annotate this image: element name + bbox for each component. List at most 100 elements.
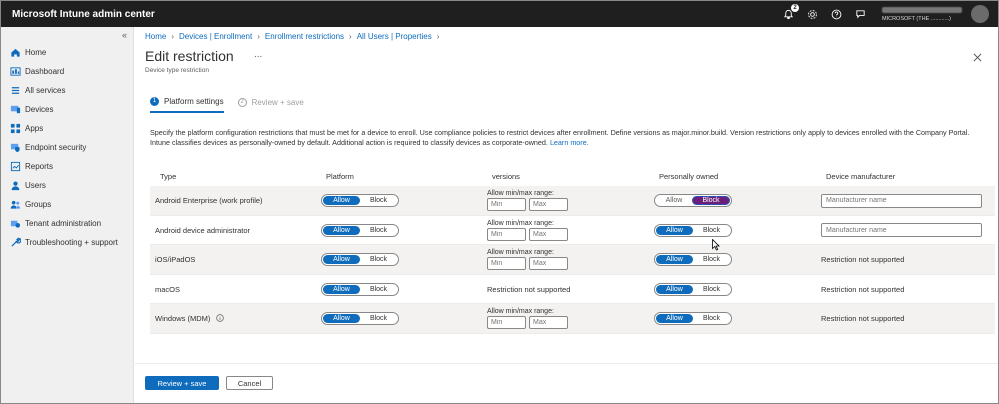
cancel-button[interactable]: Cancel [226, 376, 273, 390]
bell-icon[interactable]: 2 [781, 3, 799, 22]
platform-toggle[interactable]: Allow Block [321, 223, 399, 237]
header-manufacturer: Device manufacturer [826, 172, 896, 181]
sidebar-item-all-services[interactable]: All services [1, 81, 134, 100]
max-version-input[interactable] [529, 316, 568, 330]
step-label: Platform settings [164, 97, 224, 106]
range-inputs [487, 227, 568, 241]
block-option[interactable]: Block [693, 314, 730, 323]
allow-option[interactable]: Allow [656, 314, 693, 324]
version-range: Allow min/max range: [487, 249, 568, 271]
sidebar-item-dashboard[interactable]: Dashboard [1, 62, 134, 81]
max-version-input[interactable] [529, 257, 568, 271]
platform-toggle[interactable]: Allow Block [321, 194, 399, 208]
versions-cell: Allow min/max range: [487, 245, 568, 275]
all-services-icon [10, 85, 21, 96]
platform-type-label: iOS/iPadOS [155, 255, 196, 265]
personally-owned-cell: Allow Block [654, 275, 732, 305]
gear-icon[interactable] [805, 7, 820, 22]
help-icon[interactable] [829, 7, 844, 22]
description: Specify the platform configuration restr… [150, 128, 980, 148]
tab-review-save[interactable]: 2 Review + save [237, 97, 304, 113]
platform-type-label: Android Enterprise (work profile) [155, 196, 263, 206]
sidebar-item-troubleshooting[interactable]: Troubleshooting + support [1, 233, 134, 252]
account-info[interactable]: MICROSOFT (THE ............) [882, 5, 966, 22]
app-title[interactable]: Microsoft Intune admin center [12, 9, 155, 20]
sidebar-item-reports[interactable]: Reports [1, 157, 134, 176]
min-version-input[interactable] [487, 227, 526, 241]
min-version-input[interactable] [487, 198, 526, 212]
range-inputs [487, 198, 568, 212]
personally-owned-toggle[interactable]: Allow Block [654, 194, 732, 208]
version-range: Allow min/max range: [487, 220, 568, 241]
sidebar-item-label: Tenant administration [25, 219, 102, 228]
allow-option[interactable]: Allow [323, 314, 360, 324]
manufacturer-input[interactable] [821, 193, 982, 208]
block-option[interactable]: Block [693, 226, 730, 235]
sidebar-item-apps[interactable]: Apps [1, 119, 134, 138]
allow-option[interactable]: Allow [323, 225, 360, 235]
breadcrumb-enrollment-restrictions[interactable]: Enrollment restrictions [265, 32, 344, 41]
learn-more-link[interactable]: Learn more. [550, 138, 589, 147]
block-option[interactable]: Block [360, 255, 397, 264]
range-label: Allow min/max range: [487, 219, 554, 227]
allow-option[interactable]: Allow [323, 284, 360, 294]
sidebar-item-users[interactable]: Users [1, 176, 134, 195]
allow-option[interactable]: Allow [656, 284, 693, 294]
sidebar-item-groups[interactable]: Groups [1, 195, 134, 214]
top-bar: Microsoft Intune admin center 2 MICROSOF… [1, 1, 998, 27]
sidebar-item-tenant-administration[interactable]: Tenant administration [1, 214, 134, 233]
avatar[interactable] [971, 5, 989, 23]
personally-owned-toggle[interactable]: Allow Block [654, 312, 732, 326]
min-version-input[interactable] [487, 316, 526, 330]
block-option[interactable]: Block [693, 285, 730, 294]
allow-option[interactable]: Allow [656, 196, 692, 205]
header-versions: versions [492, 172, 520, 181]
block-option[interactable]: Block [360, 285, 397, 294]
table-body: Android Enterprise (work profile) Allow Bl… [150, 186, 995, 334]
close-icon[interactable] [973, 51, 982, 65]
block-option[interactable]: Block [360, 314, 397, 323]
step-label: Review + save [251, 98, 304, 107]
allow-option[interactable]: Allow [323, 196, 360, 206]
sidebar-item-endpoint-security[interactable]: Endpoint security [1, 138, 134, 157]
personally-owned-cell: Allow Block [654, 304, 732, 334]
block-option[interactable]: Block [693, 255, 730, 264]
platform-toggle[interactable]: Allow Block [321, 282, 399, 296]
more-options-icon[interactable]: ... [254, 49, 262, 60]
allow-option[interactable]: Allow [323, 255, 360, 265]
collapse-sidebar-icon[interactable]: « [122, 30, 127, 40]
info-icon[interactable] [216, 314, 225, 324]
platform-toggle[interactable]: Allow Block [321, 253, 399, 267]
tab-platform-settings[interactable]: 1 Platform settings [150, 97, 224, 113]
allow-option[interactable]: Allow [656, 255, 693, 265]
review-save-button[interactable]: Review + save [145, 376, 219, 390]
allow-option[interactable]: Allow [656, 225, 693, 235]
max-version-input[interactable] [529, 227, 568, 241]
breadcrumb-all-users-properties[interactable]: All Users | Properties [357, 32, 432, 41]
breadcrumb-home[interactable]: Home [145, 32, 166, 41]
page-subtitle: Device type restriction [145, 67, 209, 74]
personally-owned-toggle[interactable]: Allow Block [654, 223, 732, 237]
version-range: Allow min/max range: [487, 190, 568, 212]
feedback-icon[interactable] [853, 7, 868, 22]
max-version-input[interactable] [529, 198, 568, 212]
block-option[interactable]: Block [692, 196, 730, 206]
breadcrumb-devices-enrollment[interactable]: Devices | Enrollment [179, 32, 252, 41]
sidebar-item-devices[interactable]: Devices [1, 100, 134, 119]
platform-cell: Allow Block [321, 304, 399, 334]
account-name-redacted [882, 7, 962, 13]
platform-toggle[interactable]: Allow Block [321, 312, 399, 326]
table-row: Android device administrator Allow Block Al… [150, 216, 995, 245]
personally-owned-toggle[interactable]: Allow Block [654, 282, 732, 296]
sidebar-item-label: Groups [25, 200, 52, 209]
sidebar-item-home[interactable]: Home [1, 43, 134, 62]
users-icon [10, 180, 21, 191]
min-version-input[interactable] [487, 257, 526, 271]
manufacturer-input[interactable] [821, 223, 982, 238]
personally-owned-toggle[interactable]: Allow Block [654, 253, 732, 267]
notification-count: 2 [791, 3, 799, 12]
sidebar-item-label: Troubleshooting + support [25, 238, 118, 247]
block-option[interactable]: Block [360, 226, 397, 235]
platform-cell: Allow Block [321, 275, 399, 305]
block-option[interactable]: Block [360, 196, 397, 205]
